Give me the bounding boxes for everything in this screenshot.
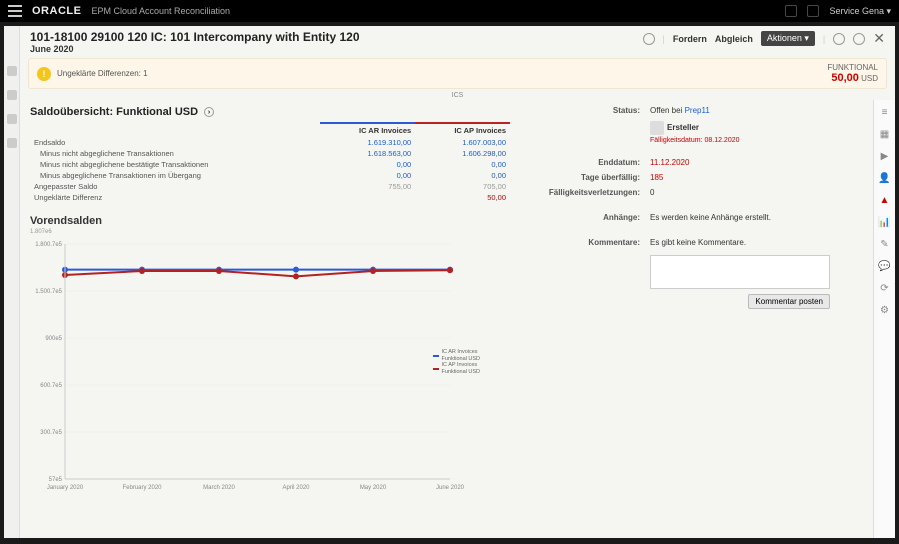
warning-banner: ! Ungeklärte Differenzen: 1 FUNKTIONAL 5… [28, 58, 887, 89]
svg-text:February 2020: February 2020 [122, 485, 162, 491]
enddatum-value: 11.12.2020 [650, 158, 689, 167]
user-menu[interactable]: Service Gena ▾ [829, 6, 891, 17]
svg-text:January 2020: January 2020 [47, 485, 84, 491]
svg-text:57e5: 57e5 [49, 477, 63, 483]
svg-text:1.800.7e5: 1.800.7e5 [35, 242, 62, 248]
svg-text:June 2020: June 2020 [436, 485, 465, 491]
warning-text: Ungeklärte Differenzen: 1 [57, 69, 148, 78]
rail-icon[interactable] [7, 66, 17, 76]
app-title: EPM Cloud Account Reconciliation [91, 6, 230, 16]
workspace: 101-18100 29100 120 IC: 101 Intercompany… [4, 26, 895, 538]
alert-icon[interactable]: ▲ [879, 194, 891, 206]
help2-icon[interactable] [853, 33, 865, 45]
close-icon[interactable]: ✕ [873, 30, 885, 47]
svg-text:300.7e5: 300.7e5 [40, 430, 62, 436]
vorendsalden-chart: 57e5 300.7e5 600.7e5 900e5 1.500.7e5 1.800.7e… [30, 239, 480, 499]
chart-title: Vorendsalden [30, 215, 510, 227]
brand-logo: ORACLE [32, 5, 81, 17]
edit-icon[interactable]: ✎ [879, 238, 891, 250]
rail-icon[interactable] [7, 114, 17, 124]
abgleich-link[interactable]: Abgleich [715, 34, 753, 44]
svg-text:1.500.7e5: 1.500.7e5 [35, 289, 62, 295]
svg-text:April 2020: April 2020 [282, 485, 310, 491]
global-topbar: ORACLE EPM Cloud Account Reconciliation … [0, 0, 899, 22]
expand-icon[interactable]: › [204, 107, 214, 117]
chart-legend: IC AR InvoicesFunktional USDIC AP Invoic… [433, 349, 480, 375]
left-rail [4, 26, 20, 538]
help-icon[interactable] [807, 5, 819, 17]
status-user-link[interactable]: Prep11 [685, 106, 710, 115]
hamburger-icon[interactable] [8, 5, 22, 17]
kommentare-value: Es gibt keine Kommentare. [650, 238, 746, 247]
tage-value: 185 [650, 173, 663, 182]
play-icon[interactable]: ▶ [879, 150, 891, 162]
right-rail: ≡ ▦ ▶ 👤 ▲ 📊 ✎ 💬 ⟳ ⚙ [873, 100, 895, 538]
funktional-ccy: USD [861, 74, 878, 83]
user-icon[interactable] [643, 33, 655, 45]
funktional-label: FUNKTIONAL [827, 63, 878, 72]
notification-icon[interactable] [785, 5, 797, 17]
person-icon[interactable]: 👤 [879, 172, 891, 184]
comment-input[interactable] [650, 255, 830, 289]
list-icon[interactable]: ≡ [879, 106, 891, 118]
col-ap: IC AP Invoices [415, 123, 510, 137]
svg-text:600.7e5: 600.7e5 [40, 383, 62, 389]
settings-icon[interactable]: ⚙ [879, 304, 891, 316]
verletzungen-value: 0 [650, 188, 654, 197]
period-label: June 2020 [30, 44, 360, 54]
funktional-amount: 50,00 [831, 72, 859, 84]
chart-icon[interactable]: 📊 [879, 216, 891, 228]
rail-icon[interactable] [7, 138, 17, 148]
balance-table: IC AR Invoices IC AP Invoices Endsaldo1.… [30, 122, 510, 203]
refresh-icon[interactable]: ⟳ [879, 282, 891, 294]
aktionen-menu[interactable]: Aktionen ▾ [761, 31, 815, 46]
comment-icon[interactable]: 💬 [879, 260, 891, 272]
chart-sub: 1.807e6 [30, 229, 510, 235]
warning-icon: ! [37, 67, 51, 81]
post-comment-button[interactable]: Kommentar posten [748, 294, 830, 309]
rail-icon[interactable] [7, 90, 17, 100]
balance-section-title: Saldoübersicht: Funktional USD › [30, 106, 510, 118]
svg-text:May 2020: May 2020 [360, 485, 387, 491]
svg-text:900e5: 900e5 [45, 336, 62, 342]
avatar [650, 121, 664, 135]
svg-text:March 2020: March 2020 [203, 485, 235, 491]
page-header: 101-18100 29100 120 IC: 101 Intercompany… [20, 26, 895, 56]
grid-icon[interactable]: ▦ [879, 128, 891, 140]
info-icon[interactable] [833, 33, 845, 45]
center-badge: ICS [20, 91, 895, 100]
page-title: 101-18100 29100 120 IC: 101 Intercompany… [30, 30, 360, 44]
fordern-link[interactable]: Fordern [673, 34, 707, 44]
col-ar: IC AR Invoices [320, 123, 416, 137]
anhange-value: Es werden keine Anhänge erstellt. [650, 213, 771, 222]
